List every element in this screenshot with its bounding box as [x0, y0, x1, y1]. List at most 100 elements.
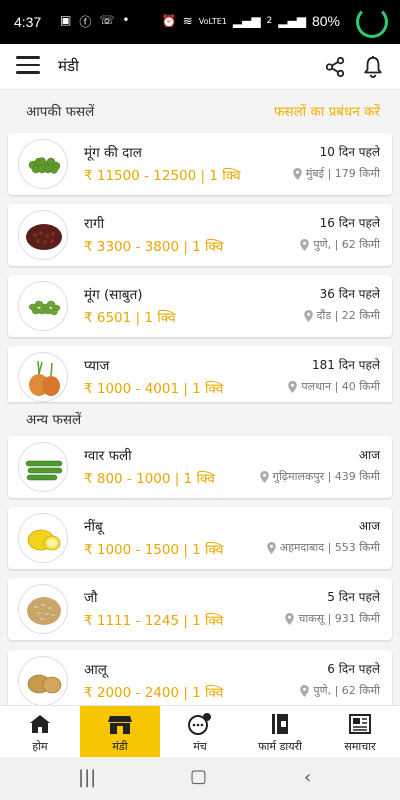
crop-location: पुणे, | 62 किमी: [300, 683, 380, 698]
store-icon: [108, 716, 132, 734]
status-bar: 4:37 ▣ ⓕ ☏ • ⏰ ≋ VoLTE1 ▂▄▆ 2 ▂▄▆ 80%: [0, 0, 400, 44]
facebook-icon: ⓕ: [79, 15, 92, 29]
crop-name: आलू: [84, 662, 107, 678]
news-icon: [349, 714, 371, 734]
crop-card[interactable]: आलू ₹ 2000 - 2400 | 1 क्वि 6 दिन पहले पु…: [8, 650, 392, 712]
crop-updated: 10 दिन पहले: [319, 145, 380, 159]
nav-community-label: मंच: [193, 740, 207, 753]
crop-name: जौ: [84, 590, 98, 606]
dot-icon: •: [122, 13, 130, 27]
crop-updated: 181 दिन पहले: [312, 358, 380, 372]
ragi-grains-image: [18, 210, 68, 260]
manage-crops-link[interactable]: फसलों का प्रबंधन करें: [274, 102, 380, 120]
crop-card[interactable]: प्याज ₹ 1000 - 4001 | 1 क्वि 181 दिन पहल…: [8, 346, 392, 402]
crop-name: प्याज: [84, 358, 110, 374]
crop-location: पुणे, | 62 किमी: [300, 237, 380, 252]
crop-location-text: अहमदाबाद | 553 किमी: [279, 541, 380, 554]
crop-updated: 5 दिन पहले: [327, 590, 380, 604]
crop-card[interactable]: ग्वार फली ₹ 800 - 1000 | 1 क्वि आज गुढ़ि…: [8, 436, 392, 498]
crop-price: ₹ 1000 - 4001 | 1 क्वि: [84, 381, 224, 397]
crop-price: ₹ 1000 - 1500 | 1 क्वि: [84, 542, 224, 558]
loading-spinner-icon: [356, 6, 388, 38]
share-icon[interactable]: [324, 56, 346, 78]
crop-name: मूंग (साबुत): [84, 287, 143, 303]
my-crops-header: आपकी फसलें फसलों का प्रबंधन करें: [0, 94, 400, 124]
system-icons: ⏰ ≋ VoLTE1 ▂▄▆ 2 ▂▄▆ 80%: [162, 13, 340, 29]
bell-icon[interactable]: [362, 55, 384, 79]
location-pin-icon: [300, 238, 310, 251]
location-pin-icon: [300, 684, 310, 697]
network-label: VoLTE1: [198, 16, 227, 26]
alarm-icon: ⏰: [161, 14, 177, 28]
menu-icon[interactable]: [16, 56, 40, 76]
crop-card[interactable]: मूंग (साबुत) ₹ 6501 | 1 क्वि 36 दिन पहले…: [8, 275, 392, 337]
wifi-icon: ≋: [182, 14, 193, 28]
my-crops-heading: आपकी फसलें: [26, 104, 95, 120]
battery-percent: 80%: [311, 13, 340, 29]
location-pin-icon: [285, 612, 295, 625]
crop-price: ₹ 2000 - 2400 | 1 क्वि: [84, 685, 224, 701]
location-pin-icon: [288, 380, 298, 393]
crop-card[interactable]: नींबू ₹ 1000 - 1500 | 1 क्वि आज अहमदाबाद…: [8, 507, 392, 569]
nav-mandi[interactable]: मंडी: [80, 706, 160, 758]
crop-price: ₹ 800 - 1000 | 1 क्वि: [84, 471, 215, 487]
cluster-beans-image: [18, 442, 68, 492]
location-pin-icon: [303, 309, 313, 322]
crop-name: ग्वार फली: [84, 448, 132, 464]
home-icon: [30, 715, 50, 733]
potato-image: [18, 656, 68, 706]
crop-card[interactable]: मूंग की दाल ₹ 11500 - 12500 | 1 क्वि 10 …: [8, 133, 392, 195]
nav-community[interactable]: मंच: [160, 706, 240, 758]
crop-location: पलथान | 40 किमी: [288, 379, 380, 394]
crop-location-text: दौंड | 22 किमी: [316, 309, 381, 322]
crop-updated: 36 दिन पहले: [319, 287, 380, 301]
nav-farm-diary[interactable]: फार्म डायरी: [240, 706, 320, 758]
other-crops-heading: अन्य फसलें: [26, 412, 82, 428]
crop-name: मूंग की दाल: [84, 145, 142, 161]
onion-image: [18, 352, 68, 402]
nav-home-label: होम: [32, 740, 48, 753]
crop-card[interactable]: रागी ₹ 3300 - 3800 | 1 क्वि 16 दिन पहले …: [8, 204, 392, 266]
whole-moong-image: [18, 281, 68, 331]
crop-card[interactable]: जौ ₹ 1111 - 1245 | 1 क्वि 5 दिन पहले चाक…: [8, 578, 392, 640]
crop-price: ₹ 11500 - 12500 | 1 क्वि: [84, 168, 241, 184]
nav-home[interactable]: होम: [0, 706, 80, 758]
crop-location: चाकसू | 931 किमी: [285, 611, 380, 626]
crop-location-text: पुणे, | 62 किमी: [313, 684, 380, 697]
community-icon: [188, 713, 211, 735]
location-pin-icon: [293, 167, 302, 180]
crop-location-text: गुढ़िमालकपुर | 439 किमी: [272, 470, 380, 483]
status-time: 4:37: [14, 14, 42, 30]
app-bar: मंडी: [0, 44, 400, 90]
recent-apps-icon[interactable]: |||: [78, 767, 96, 788]
crop-price: ₹ 1111 - 1245 | 1 क्वि: [84, 613, 224, 629]
missed-call-icon: ☏: [99, 13, 115, 27]
lemon-image: [18, 513, 68, 563]
green-gram-dal-image: [18, 139, 68, 189]
crop-updated: 16 दिन पहले: [319, 216, 380, 230]
back-icon[interactable]: ‹: [304, 767, 311, 788]
notification-icons: ▣ ⓕ ☏ •: [60, 13, 129, 30]
crop-location: मुंबई | 179 किमी: [293, 166, 380, 181]
location-pin-icon: [266, 541, 276, 554]
sim2-label: 2: [266, 16, 273, 26]
diary-icon: [272, 714, 288, 734]
nav-farm-diary-label: फार्म डायरी: [258, 740, 302, 753]
gallery-icon: ▣: [60, 13, 72, 27]
crop-location: अहमदाबाद | 553 किमी: [266, 540, 380, 555]
page-title: मंडी: [58, 57, 79, 75]
home-button-icon[interactable]: ▢: [190, 766, 207, 787]
nav-news[interactable]: समाचार: [320, 706, 400, 758]
bottom-navigation: होम मंडी मंच फार्म डायरी समाचार: [0, 705, 400, 758]
other-crops-header: अन्य फसलें: [0, 402, 400, 432]
signal-icon: ▂▄▆: [232, 14, 261, 28]
crop-price: ₹ 6501 | 1 क्वि: [84, 310, 176, 326]
crop-location-text: पलथान | 40 किमी: [301, 380, 380, 393]
crop-location: गुढ़िमालकपुर | 439 किमी: [259, 469, 380, 484]
crop-location-text: पुणे, | 62 किमी: [313, 238, 380, 251]
location-pin-icon: [259, 470, 269, 483]
crop-price: ₹ 3300 - 3800 | 1 क्वि: [84, 239, 224, 255]
nav-news-label: समाचार: [344, 740, 376, 753]
signal2-icon: ▂▄▆: [278, 14, 306, 28]
crop-location-text: मुंबई | 179 किमी: [305, 167, 380, 180]
